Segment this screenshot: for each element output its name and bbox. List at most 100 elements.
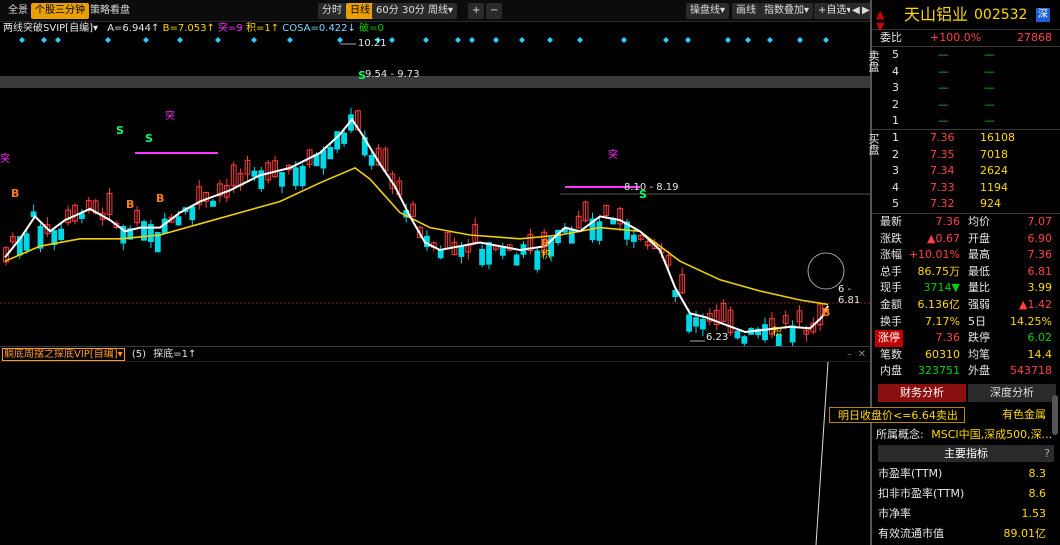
candlestick-chart[interactable]: 10.21 9.54 - 9.73 8.10 - 8.19 6.23 6 - 6… xyxy=(0,36,870,353)
candle-body xyxy=(479,248,486,266)
stock-code: 002532 xyxy=(974,7,1028,23)
subchart-indicator-name[interactable]: 躺底周摆之探底VIP[自编]▾ xyxy=(2,348,125,361)
level-volume: — xyxy=(984,64,995,78)
metric-row[interactable]: 市净率 1.53 xyxy=(872,504,1060,524)
metric-row[interactable]: 有效流通市值 89.01亿 xyxy=(872,524,1060,544)
sell-level-row[interactable]: 2 — — xyxy=(872,97,1060,114)
quote-key: 换手 xyxy=(880,314,902,328)
signal-diamond xyxy=(797,37,803,43)
signal-diamond xyxy=(251,37,257,43)
level-volume: 7018 xyxy=(980,147,1008,161)
level-volume: — xyxy=(984,114,995,127)
subchart-area[interactable] xyxy=(0,361,870,545)
signal-diamond xyxy=(823,37,829,43)
candle-body xyxy=(51,230,58,246)
indicator-tu: 突=9 xyxy=(218,23,243,34)
level-num: 1 xyxy=(892,131,899,144)
analysis-tabs: 财务分析 深度分析 xyxy=(878,384,1056,402)
indicator-name[interactable]: 两线突破SVIP[自编]▾ xyxy=(3,23,98,34)
metric-row[interactable]: 扣非市盈率(TTM) 8.6 xyxy=(872,484,1060,504)
signal-diamond xyxy=(455,37,461,43)
signal-diamond xyxy=(621,37,627,43)
weibi-row: 委比 +100.0% 27868 xyxy=(880,31,1052,44)
candle-body xyxy=(458,246,465,257)
subchart-minimize-icon[interactable]: – xyxy=(847,347,852,362)
tab-overview[interactable]: 全景 xyxy=(4,3,32,19)
sell-level-row[interactable]: 1 — — xyxy=(872,113,1060,130)
buy-orders: 买盘 1 7.36 16108 2 7.35 7018 3 7.34 2624 4 7.33 1194 5… xyxy=(867,129,1060,213)
metric-key: 有效流通市值 xyxy=(878,527,944,540)
buy-level-row[interactable]: 4 7.33 1194 xyxy=(872,180,1060,197)
zoom-in-button[interactable]: + xyxy=(468,3,484,19)
level-volume: — xyxy=(984,81,995,94)
level-price: — xyxy=(938,81,949,94)
metric-value: 8.6 xyxy=(1028,487,1047,500)
level-num: 5 xyxy=(892,48,899,61)
quote-key: 最低 xyxy=(968,264,990,278)
tab-three-minute[interactable]: 个股三分钟 xyxy=(31,3,89,19)
quote-value: 323751 xyxy=(918,364,960,378)
buy-level-row[interactable]: 5 7.32 924 xyxy=(872,196,1060,213)
subchart-value: 探底=1↑ xyxy=(153,349,197,360)
subchart-close-icon[interactable]: ✕ xyxy=(858,347,866,362)
help-icon[interactable]: ? xyxy=(1044,445,1050,462)
tab-strategy[interactable]: 策略看盘 xyxy=(86,3,134,19)
quote-row: 总手 86.75万 最低 6.81 xyxy=(872,264,1060,281)
candle-body xyxy=(762,324,768,341)
draw-line-button[interactable]: 画线 xyxy=(732,3,760,19)
period-weekly-dropdown[interactable]: 周线▾ xyxy=(424,3,458,19)
tab-financial-analysis[interactable]: 财务分析 xyxy=(878,384,966,402)
signal-diamond xyxy=(55,37,61,43)
buy-level-row[interactable]: 1 7.36 16108 xyxy=(872,130,1060,147)
s-signal-2: S xyxy=(145,132,153,145)
buy-level-row[interactable]: 3 7.34 2624 xyxy=(872,163,1060,180)
indicator-cosa: COSA=0.422↓ xyxy=(282,23,356,34)
sell-level-row[interactable]: 3 — — xyxy=(872,80,1060,97)
metric-row[interactable]: 市盈率(TTM) 8.3 xyxy=(872,464,1060,484)
panel-scrollbar[interactable] xyxy=(1052,395,1058,435)
s-signal-1: S xyxy=(116,124,124,137)
index-overlay-dropdown[interactable]: 指数叠加▾ xyxy=(760,3,814,19)
sell-level-row[interactable]: 5 — — xyxy=(872,47,1060,64)
low-price-label: 6.23 xyxy=(706,332,729,343)
s-signal-4: S xyxy=(639,188,647,201)
sell-orders: 卖盘 5— —4— —3— —2— —1— — xyxy=(867,46,1060,130)
quote-value: 7.17% xyxy=(925,314,960,328)
buy-level-row[interactable]: 2 7.35 7018 xyxy=(872,147,1060,164)
zoom-out-button[interactable]: − xyxy=(486,3,502,19)
candle-body xyxy=(23,233,30,251)
candle-body xyxy=(327,147,334,160)
level-volume: 2624 xyxy=(980,164,1008,177)
period-intraday[interactable]: 分时 xyxy=(318,3,346,19)
quote-value: 6.90 xyxy=(1027,231,1053,245)
candle-body xyxy=(631,234,637,242)
range-label-2: 8.10 - 8.19 xyxy=(624,182,679,193)
quote-stats: 最新 7.36 均价 7.07 涨跌 ▲0.67 开盘 6.90 涨幅 +10.01% 最高 7.36… xyxy=(872,213,1060,381)
sell-level-row[interactable]: 4 — — xyxy=(872,64,1060,81)
quote-row: 现手 3714▼ 量比 3.99 xyxy=(872,280,1060,297)
quote-key: 最高 xyxy=(968,248,990,262)
quote-row: 涨幅 +10.01% 最高 7.36 xyxy=(872,247,1060,264)
tab-depth-analysis[interactable]: 深度分析 xyxy=(968,384,1056,402)
level-num: 4 xyxy=(892,64,899,78)
candle-body xyxy=(741,336,748,344)
quote-value: 7.36 xyxy=(1027,248,1053,262)
level-price: — xyxy=(938,48,949,61)
candle-body xyxy=(210,200,216,207)
level-price: 7.33 xyxy=(930,180,955,194)
quote-value: 14.4 xyxy=(1027,347,1053,361)
candle-body xyxy=(37,226,44,249)
candle-body xyxy=(596,221,603,241)
period-daily[interactable]: 日线 xyxy=(346,3,374,19)
quote-key: 外盘 xyxy=(968,364,990,378)
quote-value: ▲0.67 xyxy=(927,231,960,245)
candle-body xyxy=(368,155,375,166)
control-line-dropdown[interactable]: 操盘线▾ xyxy=(686,3,730,19)
level-price: 7.32 xyxy=(930,197,955,210)
quote-key: 现手 xyxy=(880,281,902,295)
signal-diamond xyxy=(19,37,25,43)
quote-key: 5日 xyxy=(968,314,986,328)
metric-value: 8.3 xyxy=(1028,467,1047,480)
quote-value: 60310 xyxy=(925,347,960,361)
quote-row: 内盘 323751 外盘 543718 xyxy=(872,363,1060,380)
